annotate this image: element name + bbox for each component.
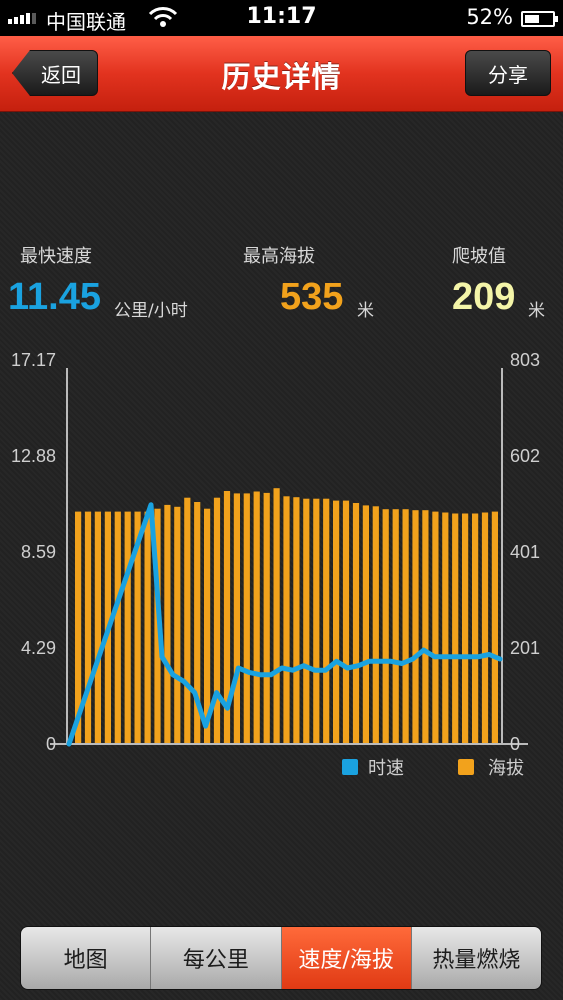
altitude-bar	[273, 488, 280, 744]
legend-speed-label: 时速	[368, 758, 404, 779]
bottom-tab-bar: 地图 每公里 速度/海拔 热量燃烧	[20, 926, 542, 990]
max-speed-unit: 公里/小时	[114, 301, 188, 321]
left-tick-label: 4.29	[21, 638, 56, 658]
speed-altitude-chart: 17.17 12.88 8.59 4.29 0 803 602 401 201 0 时速 海拔	[11, 350, 540, 779]
altitude-bar	[491, 511, 498, 744]
climb-value: 209	[452, 276, 516, 318]
tab-per-km[interactable]: 每公里	[151, 927, 282, 989]
altitude-bar	[293, 497, 300, 744]
altitude-bar	[114, 511, 121, 744]
right-tick-label: 201	[510, 638, 540, 658]
left-tick-label: 12.88	[11, 446, 56, 466]
altitude-bar	[263, 492, 270, 744]
altitude-bar	[372, 506, 379, 744]
altitude-bar	[303, 498, 310, 744]
share-button[interactable]: 分享	[465, 50, 551, 96]
max-speed-label: 最快速度	[20, 246, 92, 267]
altitude-bar	[352, 503, 360, 744]
max-speed-value: 11.45	[8, 276, 101, 318]
altitude-bar	[452, 513, 459, 744]
right-tick-label: 803	[510, 350, 540, 370]
altitude-bar	[481, 512, 489, 744]
altitude-bar	[283, 496, 290, 744]
altitude-bar	[174, 506, 181, 744]
battery-icon	[521, 11, 558, 27]
battery-percentage: 52%	[466, 5, 513, 29]
right-axis-ticks: 803 602 401 201 0	[510, 350, 540, 754]
max-altitude-label: 最高海拔	[243, 246, 315, 267]
left-tick-label: 17.17	[11, 350, 56, 370]
legend-speed-swatch	[342, 759, 358, 775]
chart-legend: 时速 海拔	[342, 758, 524, 779]
tab-calories[interactable]: 热量燃烧	[411, 927, 541, 989]
altitude-bars	[75, 488, 498, 744]
altitude-bar	[342, 500, 350, 744]
altitude-bar	[213, 497, 221, 744]
altitude-bar	[243, 493, 250, 744]
legend-altitude-label: 海拔	[488, 758, 524, 779]
climb-unit: 米	[528, 301, 545, 321]
altitude-bar	[333, 500, 340, 744]
left-tick-label: 8.59	[21, 542, 56, 562]
left-tick-label: 0	[46, 734, 56, 754]
altitude-bar	[462, 513, 469, 744]
altitude-bar	[144, 511, 151, 744]
altitude-bar	[392, 509, 399, 744]
right-tick-label: 0	[510, 734, 520, 754]
altitude-bar	[233, 493, 240, 744]
altitude-bar	[412, 510, 419, 744]
climb-label: 爬坡值	[452, 246, 506, 267]
altitude-bar	[164, 504, 171, 744]
altitude-bar	[442, 512, 449, 744]
altitude-bar	[362, 505, 369, 744]
nav-bar: 返回 历史详情 分享	[0, 36, 563, 112]
altitude-bar	[313, 498, 320, 744]
altitude-bar	[382, 509, 389, 744]
max-altitude-unit: 米	[357, 301, 374, 321]
altitude-bar	[402, 509, 409, 744]
altitude-bar	[253, 491, 260, 744]
altitude-bar	[84, 511, 92, 744]
altitude-bar	[184, 497, 191, 744]
max-altitude-value: 535	[280, 276, 344, 318]
altitude-bar	[124, 511, 131, 744]
left-axis-ticks: 17.17 12.88 8.59 4.29 0	[11, 350, 56, 754]
altitude-bar	[94, 511, 101, 744]
altitude-bar	[472, 513, 479, 744]
tab-map[interactable]: 地图	[21, 927, 152, 989]
altitude-bar	[432, 511, 439, 744]
tab-speed-altitude[interactable]: 速度/海拔	[281, 927, 412, 989]
legend-altitude-swatch	[458, 759, 474, 775]
status-bar: 中国联通 11:17 52%	[0, 0, 563, 36]
altitude-bar	[422, 510, 429, 744]
right-tick-label: 602	[510, 446, 540, 466]
right-tick-label: 401	[510, 542, 540, 562]
altitude-bar	[323, 498, 330, 744]
